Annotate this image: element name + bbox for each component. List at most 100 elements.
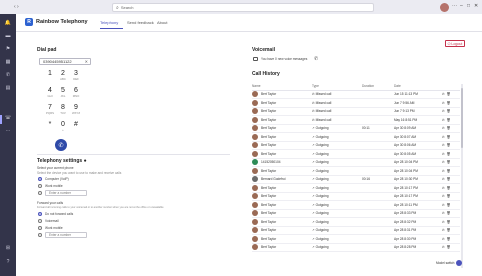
call-history-row[interactable]: Bert Taylor ↗ Outgoing Apr 28 8:33 PM ✆ 🗑: [252, 209, 460, 218]
call-back-icon[interactable]: ✆: [442, 228, 445, 232]
scrollbar-thumb[interactable]: [461, 88, 463, 148]
logout-button[interactable]: ⏻ Logout: [445, 40, 465, 47]
calendar-icon[interactable]: ▦: [4, 58, 12, 65]
call-back-icon[interactable]: ✆: [442, 109, 445, 113]
call-voicemail-icon[interactable]: ✆: [314, 56, 318, 62]
call-history-row[interactable]: Bert Taylor ↗ Outgoing Apr 28 10:04 PM ✆ 🗑: [252, 166, 460, 176]
clear-icon[interactable]: ✕: [85, 59, 88, 64]
call-back-icon[interactable]: ✆: [442, 92, 445, 96]
call-back-icon[interactable]: ✆: [442, 203, 445, 207]
radio-voicemail[interactable]: [38, 219, 42, 223]
call-back-icon[interactable]: ✆: [442, 194, 445, 198]
tab-send-feedback[interactable]: Send feedback: [127, 20, 154, 25]
tab-about[interactable]: About: [157, 20, 167, 25]
call-back-icon[interactable]: ✆: [442, 160, 445, 164]
model-switch[interactable]: Model switch: [436, 260, 463, 266]
maximize-icon[interactable]: □: [467, 3, 470, 9]
radio-do-not-forward[interactable]: [38, 212, 42, 216]
column-name[interactable]: Name: [252, 82, 312, 91]
call-history-row[interactable]: Bert Taylor ↗ Outgoing Apr 28 10:11 PM ✆ 🗑: [252, 200, 460, 210]
call-history-row[interactable]: 14152050104 ↗ Outgoing Apr 28 10:04 PM ✆ 🗑: [252, 158, 460, 167]
call-back-icon[interactable]: ✆: [442, 126, 445, 130]
teams-icon[interactable]: ⚑: [4, 45, 12, 52]
delete-icon[interactable]: 🗑: [446, 220, 450, 224]
delete-icon[interactable]: 🗑: [446, 194, 450, 198]
delete-icon[interactable]: 🗑: [446, 126, 450, 130]
delete-icon[interactable]: 🗑: [446, 245, 450, 249]
call-back-icon[interactable]: ✆: [442, 237, 445, 241]
call-history-row[interactable]: Bert Taylor ↗ Outgoing Apr 28 8:30 PM ✆ 🗑: [252, 234, 460, 244]
dial-key[interactable]: 2 ABC: [57, 70, 69, 82]
info-icon[interactable]: ●: [84, 158, 87, 164]
dial-number-input[interactable]: 0390445951122 ✕: [39, 58, 91, 65]
more-options-icon[interactable]: ‹ ›: [14, 4, 19, 10]
dial-key[interactable]: 4 GHI: [44, 87, 56, 99]
delete-icon[interactable]: 🗑: [446, 228, 450, 232]
call-back-icon[interactable]: ✆: [442, 118, 445, 122]
delete-icon[interactable]: 🗑: [446, 203, 450, 207]
call-back-icon[interactable]: ✆: [442, 135, 445, 139]
delete-icon[interactable]: 🗑: [446, 177, 450, 181]
call-history-row[interactable]: Bert Taylor ↗ Outgoing Apr 28 10:17 PM ✆ 🗑: [252, 183, 460, 193]
delete-icon[interactable]: 🗑: [446, 169, 450, 173]
forward-number-input[interactable]: Enter a number: [45, 232, 87, 238]
minimize-icon[interactable]: –: [460, 3, 463, 9]
radio-forward-work-mobile[interactable]: [38, 226, 42, 230]
radio-computer-voip[interactable]: [38, 177, 42, 181]
dial-key[interactable]: 9 WXYZ: [70, 104, 82, 116]
chat-icon[interactable]: ▬: [4, 32, 12, 39]
delete-icon[interactable]: 🗑: [446, 152, 450, 156]
call-back-icon[interactable]: ✆: [442, 211, 445, 215]
call-history-row[interactable]: Bert Taylor ✆ Missed call Jun 15 11:13 PM ✆…: [252, 90, 460, 99]
dial-key[interactable]: 0 +: [57, 121, 69, 133]
phone-number-input[interactable]: Enter a number: [45, 190, 87, 196]
call-history-row[interactable]: Bert Taylor ✆ Missed call May 16 8:51 PM ✆ …: [252, 115, 460, 125]
call-back-icon[interactable]: ✆: [442, 186, 445, 190]
delete-icon[interactable]: 🗑: [446, 92, 450, 96]
close-icon[interactable]: ✕: [474, 3, 478, 9]
radio-enter-number[interactable]: [38, 191, 42, 195]
delete-icon[interactable]: 🗑: [446, 143, 450, 147]
help-icon[interactable]: ?: [4, 258, 12, 265]
call-history-row[interactable]: Bernard Godefroi ↗ Outgoing 00:16 Apr 28 10…: [252, 175, 460, 184]
dial-key[interactable]: 1: [44, 70, 56, 82]
call-history-scrollbar[interactable]: [461, 84, 463, 268]
call-history-row[interactable]: Bert Taylor ↗ Outgoing Apr 28 8:32 PM ✆ 🗑: [252, 217, 460, 227]
radio-work-mobile[interactable]: [38, 184, 42, 188]
call-history-row[interactable]: Bert Taylor ✆ Missed call Jun 7 9:56 AM ✆ 🗑: [252, 98, 460, 108]
call-history-row[interactable]: Bert Taylor ↗ Outgoing Apr 30 8:05 AM ✆ 🗑: [252, 149, 460, 159]
delete-icon[interactable]: 🗑: [446, 211, 450, 215]
call-back-icon[interactable]: ✆: [442, 177, 445, 181]
delete-icon[interactable]: 🗑: [446, 237, 450, 241]
call-button[interactable]: ✆: [55, 139, 67, 151]
call-history-row[interactable]: Bert Taylor ↗ Outgoing Apr 30 8:06 AM ✆ 🗑: [252, 141, 460, 150]
files-icon[interactable]: ▤: [4, 84, 12, 91]
call-history-row[interactable]: Bert Taylor ↗ Outgoing Apr 28 8:28 PM ✆ 🗑: [252, 243, 460, 252]
call-back-icon[interactable]: ✆: [442, 220, 445, 224]
activity-icon[interactable]: 🔔: [4, 19, 12, 26]
dial-key[interactable]: #: [70, 121, 82, 133]
user-avatar[interactable]: [440, 3, 449, 12]
call-back-icon[interactable]: ✆: [442, 143, 445, 147]
call-back-icon[interactable]: ✆: [442, 101, 445, 105]
call-history-row[interactable]: Bert Taylor ↗ Outgoing Apr 28 8:31 PM ✆ 🗑: [252, 226, 460, 235]
delete-icon[interactable]: 🗑: [446, 186, 450, 190]
column-type[interactable]: Type: [312, 82, 362, 91]
dial-key[interactable]: 7 PQRS: [44, 104, 56, 116]
call-history-row[interactable]: Bert Taylor ✆ Missed call Jun 7 9:13 PM ✆ 🗑: [252, 107, 460, 116]
dial-key[interactable]: *: [44, 121, 56, 133]
window-more-icon[interactable]: ···: [452, 3, 457, 9]
radio-forward-enter-number[interactable]: [38, 233, 42, 237]
column-date[interactable]: Date: [394, 82, 442, 91]
delete-icon[interactable]: 🗑: [446, 118, 450, 122]
call-back-icon[interactable]: ✆: [442, 169, 445, 173]
call-back-icon[interactable]: ✆: [442, 245, 445, 249]
dial-key[interactable]: 8 TUV: [57, 104, 69, 116]
call-history-row[interactable]: Bert Taylor ↗ Outgoing Apr 28 10:17 PM ✆ 🗑: [252, 192, 460, 201]
delete-icon[interactable]: 🗑: [446, 109, 450, 113]
delete-icon[interactable]: 🗑: [446, 135, 450, 139]
dial-key[interactable]: 5 JKL: [57, 87, 69, 99]
tab-telephony[interactable]: Telephony: [100, 20, 118, 25]
calls-icon[interactable]: ✆: [4, 71, 12, 78]
delete-icon[interactable]: 🗑: [446, 101, 450, 105]
